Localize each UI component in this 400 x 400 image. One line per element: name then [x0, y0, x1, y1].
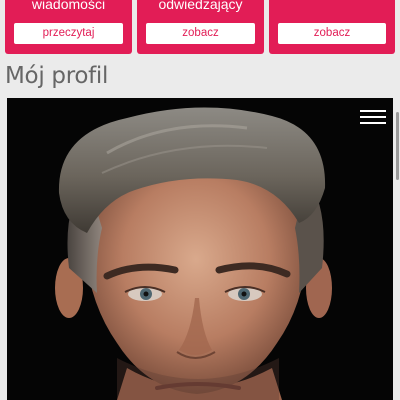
- view-visitors-button[interactable]: zobacz: [146, 23, 255, 44]
- visitors-card: odwiedzający zobacz: [137, 0, 264, 54]
- third-card: zobacz: [269, 0, 395, 54]
- messages-card-title: wiadomości: [31, 0, 106, 12]
- app-viewport: wiadomości przeczytaj odwiedzający zobac…: [0, 0, 400, 400]
- hamburger-menu-icon[interactable]: [360, 108, 386, 126]
- menu-line: [360, 110, 386, 112]
- visitors-card-title: odwiedzający: [158, 0, 243, 12]
- menu-line: [360, 122, 386, 124]
- page-title: Mój profil: [5, 63, 109, 89]
- messages-card: wiadomości przeczytaj: [5, 0, 132, 54]
- profile-photo-image: [7, 98, 393, 400]
- view-third-button[interactable]: zobacz: [278, 23, 386, 44]
- menu-line: [360, 116, 386, 118]
- stat-cards: wiadomości przeczytaj odwiedzający zobac…: [0, 0, 400, 54]
- read-messages-button[interactable]: przeczytaj: [14, 23, 123, 44]
- profile-photo[interactable]: [7, 98, 393, 400]
- scrollbar-thumb[interactable]: [396, 112, 399, 180]
